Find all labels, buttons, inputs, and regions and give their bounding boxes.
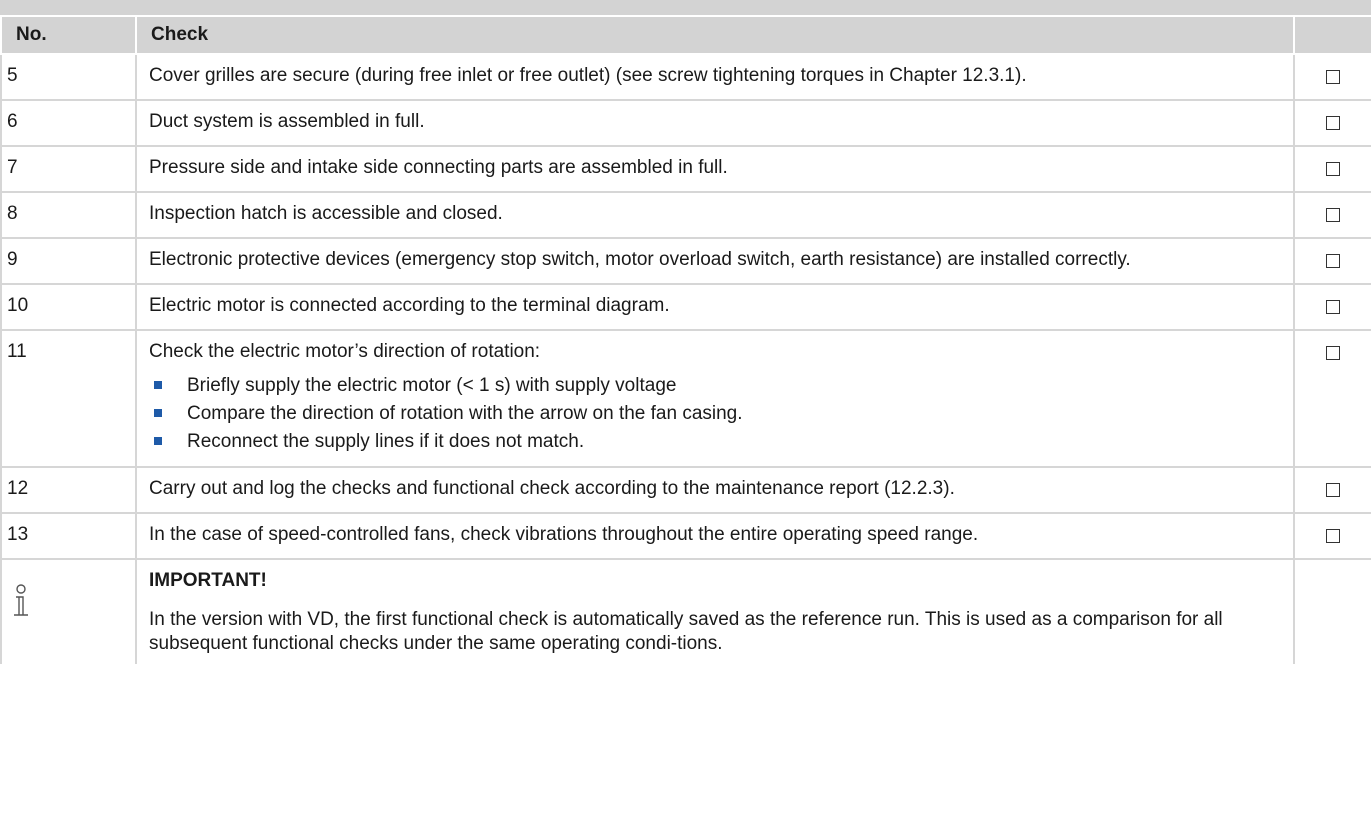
- row-check-text: Electric motor is connected according to…: [135, 283, 1295, 331]
- header-box: [1293, 15, 1371, 55]
- checkbox[interactable]: [1326, 300, 1340, 314]
- table-row: 10 Electric motor is connected according…: [0, 283, 1371, 331]
- row-check-text: Duct system is assembled in full.: [135, 99, 1295, 147]
- list-item: Briefly supply the electric motor (< 1 s…: [149, 374, 1275, 398]
- bullet-square-icon: [154, 437, 162, 445]
- note-row: IMPORTANT! In the version with VD, the f…: [0, 558, 1371, 664]
- list-item: Reconnect the supply lines if it does no…: [149, 430, 1275, 454]
- checkbox[interactable]: [1326, 529, 1340, 543]
- row-number: 5: [0, 53, 137, 101]
- table-row: 7 Pressure side and intake side connecti…: [0, 145, 1371, 193]
- table-row: 5 Cover grilles are secure (during free …: [0, 53, 1371, 101]
- top-band: [0, 0, 1371, 15]
- list-item-text: Compare the direction of rotation with t…: [187, 403, 743, 424]
- checkbox[interactable]: [1326, 162, 1340, 176]
- bullet-square-icon: [154, 409, 162, 417]
- row-number: 11: [0, 329, 137, 468]
- row-check-text: Pressure side and intake side connecting…: [135, 145, 1295, 193]
- checkbox[interactable]: [1326, 483, 1340, 497]
- row-check-text: Inspection hatch is accessible and close…: [135, 191, 1295, 239]
- note-body: In the version with VD, the first functi…: [149, 609, 1223, 654]
- table-row: 12 Carry out and log the checks and func…: [0, 466, 1371, 514]
- row-number: 9: [0, 237, 137, 285]
- checkbox[interactable]: [1326, 208, 1340, 222]
- row-check-text: Electronic protective devices (emergency…: [135, 237, 1295, 285]
- row-check-text: In the case of speed-controlled fans, ch…: [135, 512, 1295, 560]
- info-icon: [8, 584, 135, 620]
- row-number: 12: [0, 466, 137, 514]
- row-check-text: Check the electric motor’s direction of …: [149, 341, 541, 362]
- row-check-text-with-list: Check the electric motor’s direction of …: [135, 329, 1295, 468]
- header-no: No.: [0, 15, 137, 55]
- table-header-row: No. Check: [0, 15, 1371, 55]
- note-icon-cell: [0, 558, 137, 664]
- bullet-list: Briefly supply the electric motor (< 1 s…: [149, 374, 1275, 454]
- list-item-text: Reconnect the supply lines if it does no…: [187, 431, 585, 452]
- note-content: IMPORTANT! In the version with VD, the f…: [135, 558, 1295, 664]
- table-row: 8 Inspection hatch is accessible and clo…: [0, 191, 1371, 239]
- list-item: Compare the direction of rotation with t…: [149, 402, 1275, 426]
- row-number: 8: [0, 191, 137, 239]
- list-item-text: Briefly supply the electric motor (< 1 s…: [187, 375, 677, 396]
- row-number: 6: [0, 99, 137, 147]
- checkbox[interactable]: [1326, 116, 1340, 130]
- checklist-table: No. Check 5 Cover grilles are secure (du…: [0, 15, 1371, 664]
- bullet-square-icon: [154, 381, 162, 389]
- table-row: 9 Electronic protective devices (emergen…: [0, 237, 1371, 285]
- row-number: 10: [0, 283, 137, 331]
- table-row: 11 Check the electric motor’s direction …: [0, 329, 1371, 468]
- row-number: 7: [0, 145, 137, 193]
- checkbox[interactable]: [1326, 70, 1340, 84]
- note-title: IMPORTANT!: [149, 570, 267, 591]
- document-page: No. Check 5 Cover grilles are secure (du…: [0, 0, 1371, 830]
- header-check: Check: [135, 15, 1295, 55]
- row-check-text: Carry out and log the checks and functio…: [135, 466, 1295, 514]
- table-row: 13 In the case of speed-controlled fans,…: [0, 512, 1371, 560]
- checkbox[interactable]: [1326, 346, 1340, 360]
- checkbox[interactable]: [1326, 254, 1340, 268]
- note-empty-cell: [1293, 558, 1371, 664]
- row-check-text: Cover grilles are secure (during free in…: [135, 53, 1295, 101]
- row-number: 13: [0, 512, 137, 560]
- table-row: 6 Duct system is assembled in full.: [0, 99, 1371, 147]
